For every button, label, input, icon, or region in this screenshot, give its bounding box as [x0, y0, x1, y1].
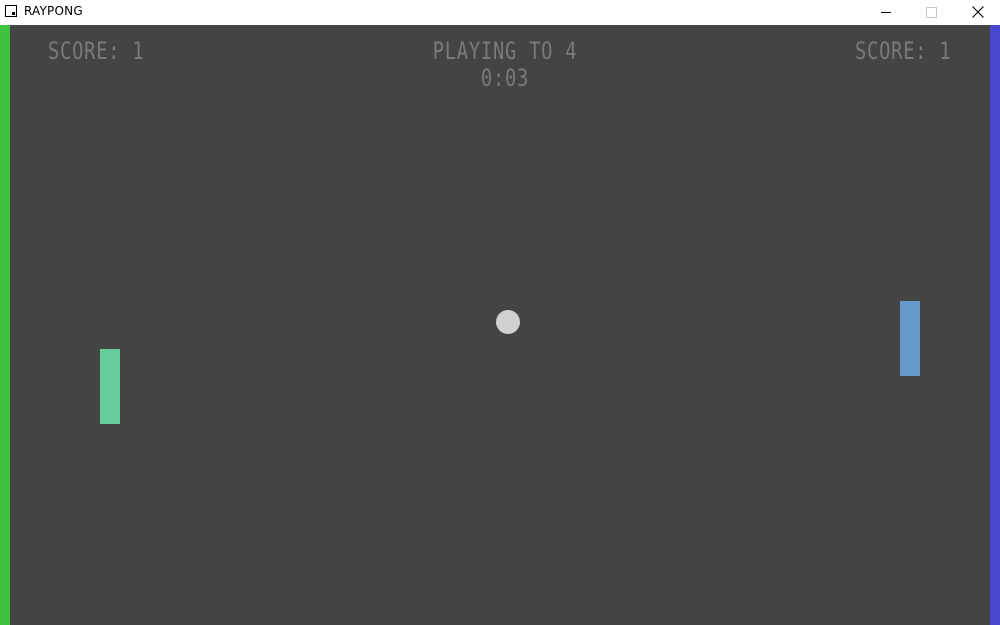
right-goal-wall	[990, 25, 1000, 625]
target-score-label: PLAYING TO 4	[432, 37, 578, 65]
minimize-button[interactable]	[862, 0, 908, 25]
match-info: PLAYING TO 4 0:03	[380, 38, 630, 92]
title-bar[interactable]: RAYPONG	[0, 0, 1000, 25]
app-icon	[5, 5, 17, 17]
left-paddle	[100, 349, 120, 424]
game-canvas[interactable]: SCORE: 1 PLAYING TO 4 0:03 SCORE: 1	[0, 25, 1000, 625]
right-score: SCORE: 1	[855, 37, 952, 65]
left-score: SCORE: 1	[48, 37, 145, 65]
close-icon	[972, 6, 984, 18]
ball	[496, 310, 520, 334]
match-timer: 0:03	[480, 64, 530, 92]
game-window: RAYPONG SCORE: 1 PLAYING TO 4 0:03 SCORE…	[0, 0, 1000, 625]
window-title: RAYPONG	[24, 4, 83, 18]
right-paddle	[900, 301, 920, 376]
close-button[interactable]	[954, 0, 1000, 25]
maximize-button[interactable]	[908, 0, 954, 25]
left-goal-wall	[0, 25, 10, 625]
